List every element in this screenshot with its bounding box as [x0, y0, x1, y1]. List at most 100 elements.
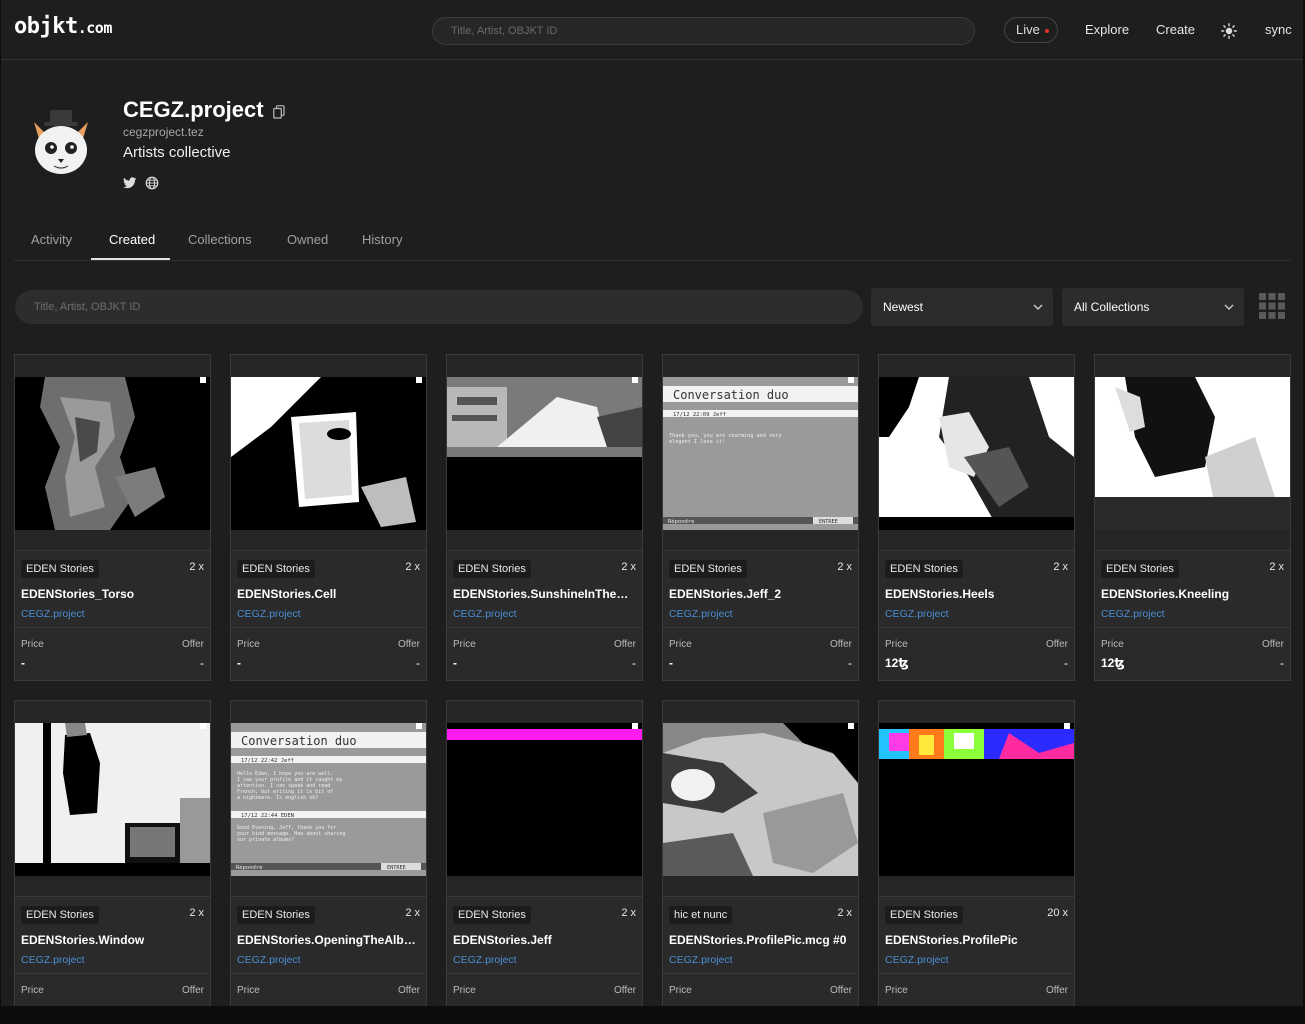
editions-count: 2 x [405, 561, 420, 573]
token-title[interactable]: EDENStories.OpeningTheAlbums [237, 933, 420, 947]
tab-owned[interactable]: Owned [287, 232, 328, 247]
price-label: Price [237, 985, 260, 996]
theme-toggle-sun-icon[interactable] [1221, 23, 1237, 39]
token-thumbnail[interactable] [447, 355, 642, 550]
collection-badge[interactable]: EDEN Stories [21, 560, 99, 578]
card-divider [15, 550, 210, 551]
artist-link[interactable]: CEGZ.project [669, 954, 733, 966]
token-title[interactable]: EDENStories.ProfilePic.mcg #0 [669, 933, 852, 947]
price-label: Price [885, 639, 908, 650]
token-card[interactable]: hic et nunc 2 x EDENStories.ProfilePic.m… [662, 700, 859, 1006]
token-title[interactable]: EDENStories.Jeff_2 [669, 587, 852, 601]
artist-link[interactable]: CEGZ.project [237, 954, 301, 966]
screen-reply: Répondre [236, 864, 263, 871]
token-card[interactable]: EDEN Stories 2 x EDENStories.Window CEGZ… [14, 700, 211, 1006]
offer-value: - [416, 656, 420, 670]
token-card[interactable]: Conversation duo 17/12 22:09 Jeff Thank … [662, 354, 859, 681]
tab-history[interactable]: History [362, 232, 402, 247]
token-card[interactable]: EDEN Stories 2 x EDENStories.Jeff CEGZ.p… [446, 700, 643, 1006]
nav-explore-link[interactable]: Explore [1085, 22, 1129, 37]
collection-badge[interactable]: EDEN Stories [669, 560, 747, 578]
tab-collections[interactable]: Collections [188, 232, 252, 247]
token-title[interactable]: EDENStories.Jeff [453, 933, 636, 947]
collection-badge[interactable]: EDEN Stories [885, 560, 963, 578]
collection-badge[interactable]: EDEN Stories [1101, 560, 1179, 578]
live-status-dot [1045, 29, 1049, 33]
artist-link[interactable]: CEGZ.project [21, 954, 85, 966]
tab-activity[interactable]: Activity [31, 232, 72, 247]
sort-select[interactable]: Newest [871, 288, 1053, 326]
token-thumbnail[interactable]: Conversation duo 17/12 22:09 Jeff Thank … [663, 355, 858, 550]
card-divider [231, 550, 426, 551]
editions-count: 2 x [621, 907, 636, 919]
artist-link[interactable]: CEGZ.project [885, 608, 949, 620]
artist-link[interactable]: CEGZ.project [453, 954, 517, 966]
active-tab-indicator [91, 258, 170, 260]
token-thumbnail[interactable] [879, 701, 1074, 896]
globe-icon[interactable] [145, 176, 159, 190]
nav-create-link[interactable]: Create [1156, 22, 1195, 37]
token-title[interactable]: EDENStories.ProfilePic [885, 933, 1068, 947]
token-thumbnail[interactable]: Conversation duo 17/12 22:42 Jeff Hello … [231, 701, 426, 896]
editions-count: 2 x [837, 561, 852, 573]
collection-badge[interactable]: EDEN Stories [21, 906, 99, 924]
site-logo[interactable]: objkt.com [14, 14, 112, 39]
token-card[interactable]: EDEN Stories 2 x EDENStories_Torso CEGZ.… [14, 354, 211, 681]
token-thumbnail[interactable] [15, 701, 210, 896]
token-title[interactable]: EDENStories.SunshineInTheBedroom [453, 587, 636, 601]
live-button[interactable]: Live [1004, 17, 1058, 43]
chevron-down-icon [1033, 304, 1043, 310]
tab-created[interactable]: Created [109, 232, 155, 247]
collection-badge[interactable]: EDEN Stories [237, 560, 315, 578]
offer-value: - [632, 656, 636, 670]
card-divider [663, 550, 858, 551]
token-thumbnail[interactable] [663, 701, 858, 896]
sync-link[interactable]: sync [1265, 22, 1292, 37]
token-title[interactable]: EDENStories_Torso [21, 587, 204, 601]
app-window: objkt.com Live Explore Create sync CEGZ.… [1, 0, 1303, 1006]
artwork-jeff [447, 723, 642, 876]
editions-count: 2 x [621, 561, 636, 573]
token-card[interactable]: EDEN Stories 2 x EDENStories.Cell CEGZ.p… [230, 354, 427, 681]
artwork-torso [15, 377, 210, 530]
artwork-window [15, 723, 210, 876]
artist-link[interactable]: CEGZ.project [21, 608, 85, 620]
collection-badge[interactable]: EDEN Stories [885, 906, 963, 924]
artist-link[interactable]: CEGZ.project [669, 608, 733, 620]
collection-select[interactable]: All Collections [1062, 288, 1244, 326]
token-thumbnail[interactable] [231, 355, 426, 550]
collection-badge[interactable]: EDEN Stories [237, 906, 315, 924]
token-title[interactable]: EDENStories.Window [21, 933, 204, 947]
token-title[interactable]: EDENStories.Heels [885, 587, 1068, 601]
token-thumbnail[interactable] [879, 355, 1074, 550]
twitter-icon[interactable] [123, 176, 137, 190]
copy-address-icon[interactable] [273, 105, 285, 119]
token-title[interactable]: EDENStories.Cell [237, 587, 420, 601]
artist-link[interactable]: CEGZ.project [453, 608, 517, 620]
token-card[interactable]: EDEN Stories 2 x EDENStories.SunshineInT… [446, 354, 643, 681]
global-search-input[interactable] [432, 17, 975, 45]
token-thumbnail[interactable] [1095, 355, 1290, 550]
token-card[interactable]: EDEN Stories 20 x EDENStories.ProfilePic… [878, 700, 1075, 1006]
logo-main: objkt [14, 14, 78, 39]
artist-link[interactable]: CEGZ.project [885, 954, 949, 966]
token-card[interactable]: Conversation duo 17/12 22:42 Jeff Hello … [230, 700, 427, 1006]
profile-name: CEGZ.project [123, 97, 264, 122]
grid-view-icon[interactable] [1259, 293, 1285, 319]
price-value: - [453, 656, 457, 670]
token-thumbnail[interactable] [447, 701, 642, 896]
collection-select-value: All Collections [1074, 300, 1150, 314]
card-divider [879, 550, 1074, 551]
offer-label: Offer [829, 639, 852, 650]
collection-badge[interactable]: EDEN Stories [453, 560, 531, 578]
token-card[interactable]: EDEN Stories 2 x EDENStories.Heels CEGZ.… [878, 354, 1075, 681]
collection-badge[interactable]: hic et nunc [669, 906, 733, 924]
token-search-input[interactable] [15, 290, 863, 324]
artist-link[interactable]: CEGZ.project [237, 608, 301, 620]
artist-link[interactable]: CEGZ.project [1101, 608, 1165, 620]
token-card[interactable]: EDEN Stories 2 x EDENStories.Kneeling CE… [1094, 354, 1291, 681]
token-title[interactable]: EDENStories.Kneeling [1101, 587, 1284, 601]
collection-badge[interactable]: EDEN Stories [453, 906, 531, 924]
offer-value: - [1064, 656, 1068, 670]
token-thumbnail[interactable] [15, 355, 210, 550]
